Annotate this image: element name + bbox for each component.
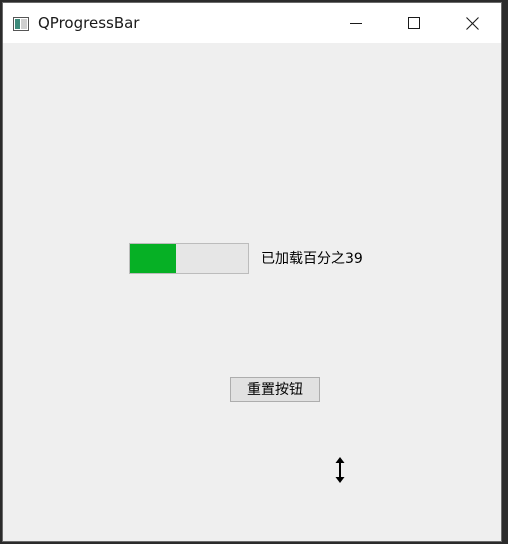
maximize-button[interactable] bbox=[385, 3, 443, 43]
close-icon bbox=[465, 16, 479, 30]
progress-label: 已加载百分之39 bbox=[261, 251, 363, 267]
close-button[interactable] bbox=[443, 3, 501, 43]
title-bar[interactable]: QProgressBar bbox=[3, 3, 501, 43]
app-window: QProgressBar 已加载百分之39 重置按钮 bbox=[2, 2, 502, 542]
minimize-icon bbox=[350, 23, 362, 24]
qt-app-icon bbox=[13, 16, 29, 31]
progress-bar-fill bbox=[130, 244, 177, 273]
reset-button[interactable]: 重置按钮 bbox=[230, 377, 320, 402]
window-title: QProgressBar bbox=[38, 14, 140, 32]
maximize-icon bbox=[408, 17, 420, 29]
minimize-button[interactable] bbox=[327, 3, 385, 43]
vertical-resize-cursor-icon bbox=[334, 457, 346, 483]
progress-bar bbox=[129, 243, 249, 274]
